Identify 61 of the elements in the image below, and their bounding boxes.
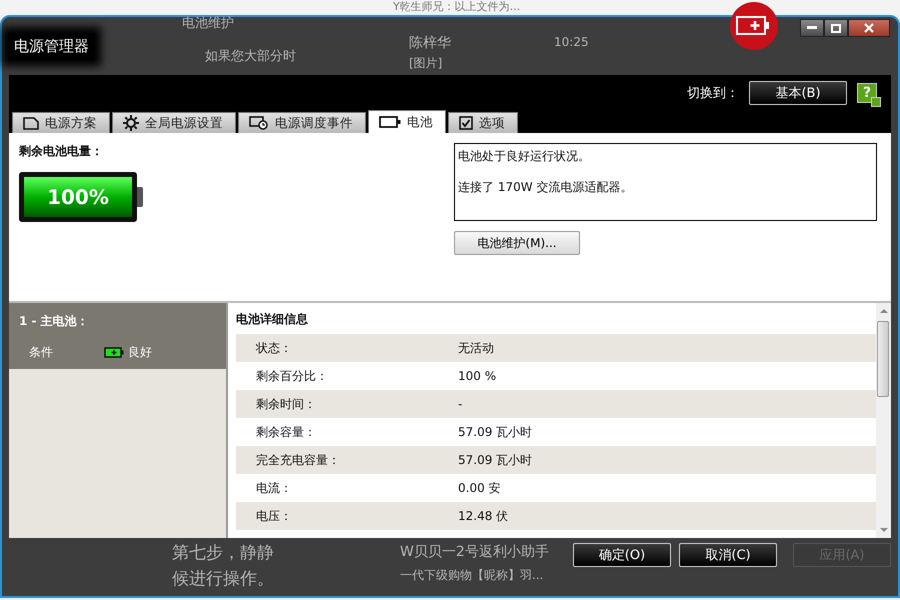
scroll-thumb[interactable] bbox=[877, 321, 889, 397]
minimize-icon bbox=[807, 26, 817, 30]
condition-value: 良好 bbox=[128, 344, 152, 361]
maximize-icon bbox=[831, 24, 841, 32]
screen-clock-icon bbox=[249, 116, 269, 130]
tab[interactable]: 电源方案 bbox=[12, 112, 110, 133]
detail-value: 57.09 瓦小时 bbox=[458, 424, 532, 440]
detail-label: 电压： bbox=[255, 508, 293, 524]
tab[interactable]: 电源调度事件 bbox=[238, 112, 366, 133]
tab[interactable]: 选项 bbox=[448, 112, 518, 133]
condition-label: 条件 bbox=[29, 344, 54, 361]
close-button[interactable] bbox=[848, 19, 890, 37]
maximize-button[interactable] bbox=[824, 19, 848, 37]
battery-terminal bbox=[137, 187, 143, 207]
battery-percent-text: 100% bbox=[47, 185, 109, 209]
background-chat-message: 一代下级购物【昵称】羽... bbox=[400, 569, 544, 582]
status-text: 连接了 170W 交流电源适配器。 bbox=[458, 179, 634, 196]
detail-label: 状态： bbox=[255, 340, 293, 356]
page-icon bbox=[23, 116, 39, 130]
background-message-text: Y乾生师兄：以上文件为... bbox=[393, 1, 520, 14]
detail-value: 无活动 bbox=[458, 340, 494, 356]
status-text: 电池处于良好运行状况。 bbox=[458, 148, 591, 165]
close-icon bbox=[864, 23, 874, 33]
dialog-button[interactable]: 取消(C) bbox=[679, 543, 777, 567]
switch-to-label: 切换到： bbox=[687, 84, 739, 102]
background-heading-text: 电池维护 bbox=[182, 17, 234, 32]
background-note-text: 如果您大部分时 bbox=[205, 50, 296, 64]
detail-value: 0.00 安 bbox=[458, 480, 501, 496]
background-contact-name: 陈梓华 bbox=[409, 36, 451, 52]
battery-charging-icon bbox=[104, 347, 124, 358]
detail-value: 12.48 伏 bbox=[458, 508, 508, 524]
battery-maintenance-button[interactable]: 电池维护(M)... bbox=[454, 231, 580, 255]
scroll-down-icon[interactable] bbox=[880, 527, 888, 533]
detail-label: 电流： bbox=[255, 480, 293, 496]
detail-label: 剩余容量： bbox=[255, 424, 317, 440]
remaining-charge-label: 剩余电池电量： bbox=[19, 143, 104, 160]
tab[interactable]: 全局电源设置 bbox=[112, 112, 236, 133]
dialog-button[interactable]: 确定(O) bbox=[573, 543, 671, 567]
details-title: 电池详细信息 bbox=[236, 311, 309, 328]
detail-label: 剩余百分比： bbox=[255, 368, 329, 384]
detail-value: 57.09 瓦小时 bbox=[458, 452, 532, 468]
gear-icon bbox=[123, 115, 139, 131]
detail-value: 100 % bbox=[458, 369, 496, 383]
background-step-text: 第七步，静静 bbox=[172, 544, 274, 563]
checkbox-icon bbox=[459, 116, 473, 130]
scroll-up-icon[interactable] bbox=[880, 308, 888, 314]
background-chat-name: W贝贝一2号返利小助手 bbox=[400, 545, 549, 560]
detail-label: 完全充电容量： bbox=[255, 452, 341, 468]
background-contact-message: [图片] bbox=[409, 57, 442, 70]
background-contact-time: 10:25 bbox=[554, 36, 589, 50]
tab[interactable]: 电池 bbox=[368, 110, 446, 133]
basic-mode-button[interactable]: 基本(B) bbox=[749, 80, 847, 104]
battery-name-text: 1 - 主电池： bbox=[19, 313, 90, 330]
window-title: 电源管理器 bbox=[8, 32, 95, 60]
background-step-text: 候进行操作。 bbox=[172, 570, 274, 589]
scrollbar[interactable] bbox=[876, 303, 891, 538]
battery-list-item[interactable]: 1 - 主电池： 条件 良好 bbox=[9, 303, 226, 369]
detail-label: 剩余时间： bbox=[255, 396, 317, 412]
battery-icon bbox=[379, 116, 401, 128]
minimize-button[interactable] bbox=[800, 19, 824, 37]
detail-value: - bbox=[458, 397, 462, 411]
